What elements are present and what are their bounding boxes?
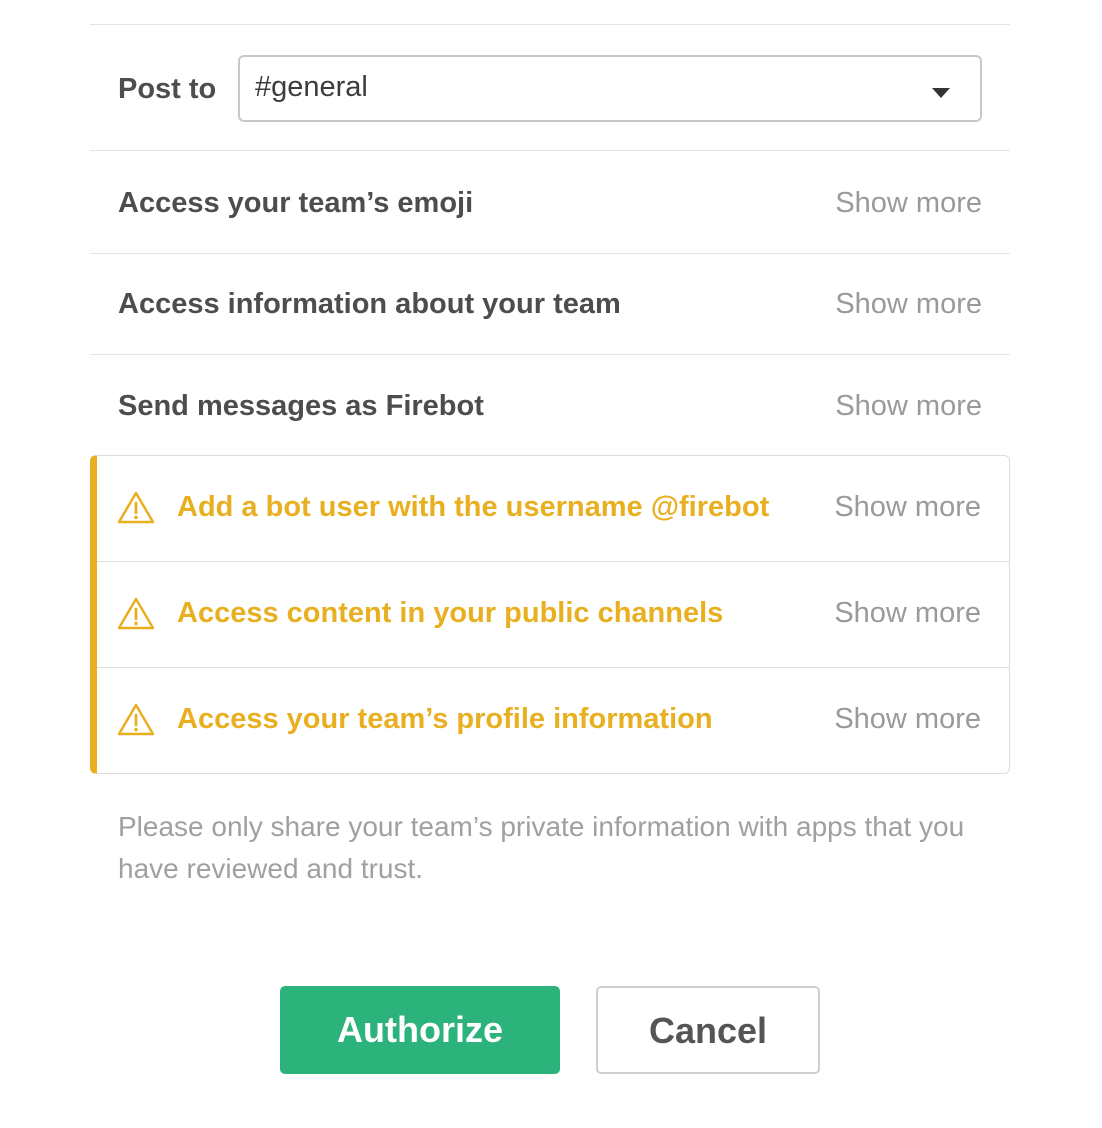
warning-icon bbox=[117, 491, 155, 524]
show-more-link[interactable]: Show more bbox=[835, 390, 982, 423]
show-more-link[interactable]: Show more bbox=[835, 187, 982, 220]
warning-icon bbox=[117, 703, 155, 736]
warning-row-bot-user: Add a bot user with the username @firebo… bbox=[97, 456, 1009, 562]
warning-icon bbox=[117, 597, 155, 630]
cancel-button[interactable]: Cancel bbox=[596, 986, 820, 1074]
show-more-link[interactable]: Show more bbox=[834, 597, 981, 630]
show-more-link[interactable]: Show more bbox=[834, 703, 981, 736]
warning-permissions-box: Add a bot user with the username @firebo… bbox=[90, 455, 1010, 774]
show-more-link[interactable]: Show more bbox=[835, 288, 982, 321]
warning-label: Access content in your public channels bbox=[177, 597, 724, 629]
post-to-label: Post to bbox=[118, 73, 217, 105]
authorize-button[interactable]: Authorize bbox=[280, 986, 560, 1074]
permission-label: Access information about your team bbox=[118, 288, 621, 320]
authorize-dialog: Post to #general Access your team’s emoj… bbox=[0, 0, 1102, 1128]
selected-channel: #general bbox=[255, 71, 368, 103]
warning-row-profile-info: Access your team’s profile information S… bbox=[97, 668, 1009, 774]
caret-down-icon[interactable] bbox=[932, 88, 950, 98]
permission-label: Send messages as Firebot bbox=[118, 390, 484, 422]
permission-row-emoji: Access your team’s emoji Show more bbox=[90, 151, 1010, 254]
privacy-disclaimer: Please only share your team’s private in… bbox=[118, 811, 965, 884]
permission-row-send-messages: Send messages as Firebot Show more bbox=[90, 355, 1010, 455]
warning-row-public-channels: Access content in your public channels S… bbox=[97, 562, 1009, 668]
permission-row-team-info: Access information about your team Show … bbox=[90, 254, 1010, 355]
channel-select[interactable]: #general bbox=[238, 55, 982, 122]
post-to-row: Post to #general bbox=[90, 25, 1010, 151]
show-more-link[interactable]: Show more bbox=[834, 491, 981, 524]
warning-label: Access your team’s profile information bbox=[177, 703, 713, 735]
permission-label: Access your team’s emoji bbox=[118, 187, 474, 219]
warning-label: Add a bot user with the username @firebo… bbox=[177, 491, 770, 523]
